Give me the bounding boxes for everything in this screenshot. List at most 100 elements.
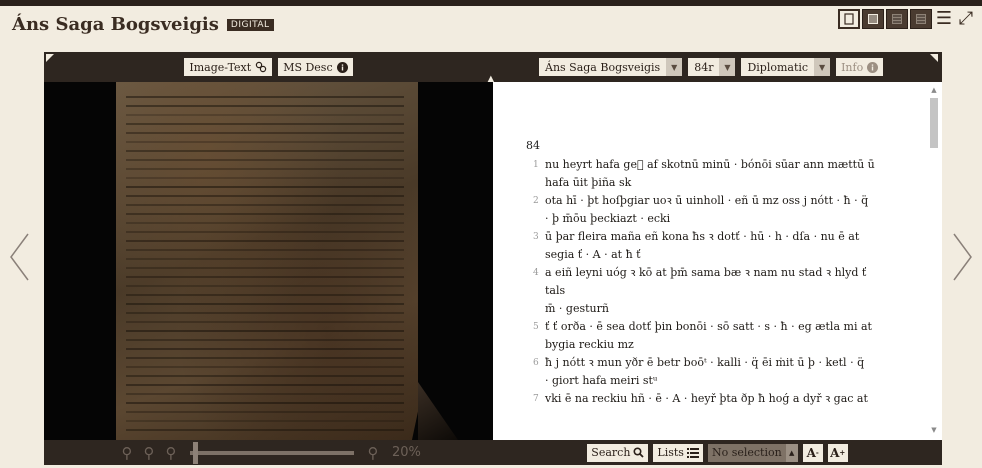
manuscript-text-line — [126, 411, 404, 413]
line-number: 5 — [533, 318, 545, 354]
manuscript-text-line — [126, 222, 404, 224]
page-title: Áns Saga Bogsveigis — [12, 14, 219, 35]
line-text-first: nu heyrt hafa geᷣ af skotnū minū · bónōi… — [545, 158, 875, 171]
manuscript-text-line — [126, 267, 404, 269]
image-text-button[interactable]: Image-Text — [184, 58, 272, 76]
manuscript-text-line — [126, 213, 404, 215]
transcription-line[interactable]: 5 ť ť orða · ē sea dotť þin bonōi · sō sa… — [533, 318, 883, 354]
line-text-first: ū þar fleira maña eñ kona ħs ꝛ dotť · hū… — [545, 230, 859, 243]
line-number: 1 — [533, 156, 545, 192]
image-toolbar: Image-Text MS Desc — [44, 52, 493, 82]
line-text: nu heyrt hafa geᷣ af skotnū minū · bónōi… — [545, 156, 883, 192]
fullscreen-icon[interactable]: ⤢ — [956, 8, 976, 29]
transcription-line[interactable]: 7 vki ē na reckiu hñ · ē · A · heyř þta ð… — [533, 390, 883, 408]
image-text-label: Image-Text — [189, 61, 251, 74]
line-text-first: ota hī · þt hoſþgiar uoꝛ ū uinholl · eñ … — [545, 194, 868, 207]
manuscript-text-line — [126, 366, 404, 368]
zoom-controls: ⚲ ⚲ ⚲ ⚲ 20% — [44, 440, 493, 465]
transcription-line[interactable]: 2 ota hī · þt hoſþgiar uoꝛ ū uinholl · eñ… — [533, 192, 883, 228]
line-number: 6 — [533, 354, 545, 390]
manuscript-image-pane[interactable] — [44, 82, 493, 440]
line-text-continuation: bygia reckiu mz — [545, 336, 883, 354]
link-icon — [255, 61, 267, 73]
lists-label: Lists — [657, 446, 684, 459]
zoom-out-icon[interactable]: ⚲ — [140, 444, 158, 462]
line-number: 7 — [533, 390, 545, 408]
line-text-continuation: segia ť · A · at ħ ť — [545, 246, 883, 264]
line-text: ť ť orða · ē sea dotť þin bonōi · sō sat… — [545, 318, 883, 354]
font-decrease-label: A — [807, 446, 816, 460]
split-page-icon — [891, 13, 903, 25]
manuscript-image[interactable] — [116, 82, 418, 440]
manuscript-text-line — [126, 357, 404, 359]
page-select-value: 84r — [688, 61, 719, 74]
manuscript-text-line — [126, 393, 404, 395]
split-view-button[interactable] — [886, 9, 908, 29]
line-text-first: ť ť orða · ē sea dotť þin bonōi · sō sat… — [545, 320, 872, 333]
scrollbar-thumb[interactable] — [930, 98, 938, 148]
text-page-icon — [867, 13, 879, 25]
transcription-line[interactable]: 6 ħ j nótt ꝛ mun yðr ē betr boōᵗ · kalli … — [533, 354, 883, 390]
manuscript-text-line — [126, 168, 404, 170]
manuscript-text-line — [126, 384, 404, 386]
scroll-down-icon[interactable]: ▼ — [929, 426, 939, 436]
page-number: 84 — [526, 139, 540, 152]
text-select-value: Áns Saga Bogsveigis — [539, 61, 666, 74]
transcription-line[interactable]: 3 ū þar fleira maña eñ kona ħs ꝛ dotť · h… — [533, 228, 883, 264]
font-increase-button[interactable]: A + — [828, 444, 848, 462]
single-pane-view-button[interactable] — [838, 9, 860, 29]
manuscript-text-line — [126, 123, 404, 125]
info-label: Info — [841, 61, 863, 74]
zoom-slider-handle[interactable] — [193, 442, 198, 464]
manuscript-page-corner — [418, 382, 458, 440]
manuscript-text-line — [126, 195, 404, 197]
next-page-icon[interactable] — [952, 232, 974, 282]
dual-page-icon — [915, 13, 927, 25]
scrollbar[interactable]: ▲ ▼ — [929, 86, 939, 436]
text-select[interactable]: Áns Saga Bogsveigis ▼ — [539, 58, 682, 76]
manuscript-text-line — [126, 339, 404, 341]
line-number: 4 — [533, 264, 545, 318]
zoom-percent: 20% — [392, 445, 421, 460]
manuscript-text-line — [126, 429, 404, 431]
scroll-up-icon[interactable]: ▲ — [929, 86, 939, 96]
zoom-reset-icon[interactable]: ⚲ — [118, 444, 136, 462]
info-button[interactable]: Info — [836, 58, 883, 76]
line-text: ota hī · þt hoſþgiar uoꝛ ū uinholl · eñ … — [545, 192, 883, 228]
text-view-button[interactable] — [862, 9, 884, 29]
dual-text-view-button[interactable] — [910, 9, 932, 29]
ms-desc-button[interactable]: MS Desc — [278, 58, 352, 76]
info-icon — [867, 62, 878, 73]
menu-icon[interactable]: ☰ — [934, 8, 954, 29]
list-icon — [687, 447, 699, 458]
previous-page-icon[interactable] — [8, 232, 30, 282]
search-button[interactable]: Search — [587, 444, 648, 462]
manuscript-text-line — [126, 240, 404, 242]
line-text: a eiñ leyni uóg ꝛ kō at þm̄ sama bæ ꝛ na… — [545, 264, 883, 318]
transcription-line[interactable]: 4 a eiñ leyni uóg ꝛ kō at þm̄ sama bæ ꝛ n… — [533, 264, 883, 318]
line-text-continuation: hafa ūit þiña sk — [545, 174, 883, 192]
lists-button[interactable]: Lists — [653, 444, 703, 462]
page-select[interactable]: 84r ▼ — [688, 58, 735, 76]
transcription-line[interactable]: 1 nu heyrt hafa geᷣ af skotnū minū · bónō… — [533, 156, 883, 192]
line-text-continuation: · giort hafa meiri stᵘ — [545, 372, 883, 390]
font-decrease-button[interactable]: A- — [803, 444, 823, 462]
level-select[interactable]: Diplomatic ▼ — [741, 58, 830, 76]
manuscript-text-line — [126, 294, 404, 296]
manuscript-text-line — [126, 258, 404, 260]
chevron-down-icon: ▼ — [719, 58, 735, 76]
line-text-continuation: m̄ · gesturñ — [545, 300, 883, 318]
manuscript-text-line — [126, 348, 404, 350]
zoom-slider[interactable] — [190, 451, 354, 455]
manuscript-text-line — [126, 321, 404, 323]
text-bottom-toolbar: Search Lists No selection ▲ A- A + — [493, 440, 942, 465]
font-increase-label: A — [830, 446, 839, 460]
transcription-pane[interactable]: 84 1 nu heyrt hafa geᷣ af skotnū minū · b… — [493, 82, 942, 440]
zoom-in-icon[interactable]: ⚲ — [364, 444, 382, 462]
manuscript-text-line — [126, 303, 404, 305]
selection-select[interactable]: No selection ▲ — [708, 444, 798, 462]
line-number: 3 — [533, 228, 545, 264]
zoom-fit-icon[interactable]: ⚲ — [162, 444, 180, 462]
manuscript-text-line — [126, 114, 404, 116]
level-select-value: Diplomatic — [741, 61, 814, 74]
